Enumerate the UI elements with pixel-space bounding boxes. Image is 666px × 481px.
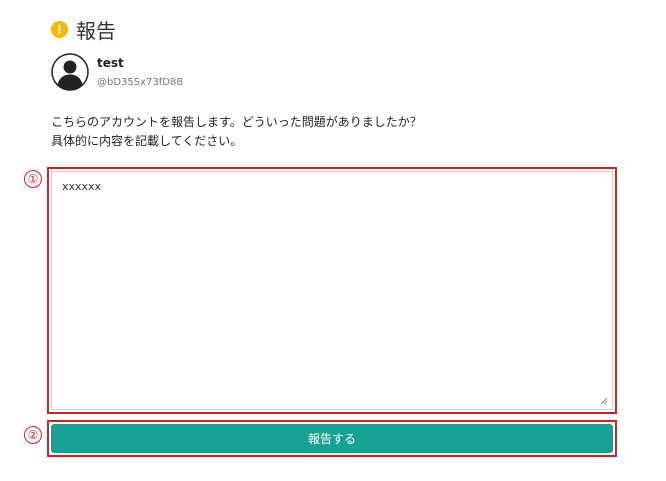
description-line-1: こちらのアカウントを報告します。どういった問題がありましたか？ <box>51 115 422 129</box>
user-avatar-icon <box>51 53 89 91</box>
description-line-2: 具体的に内容を記載してください。 <box>51 134 243 148</box>
warning-icon: ! <box>51 21 68 38</box>
report-description: こちらのアカウントを報告します。どういった問題がありましたか？ 具体的に内容を記… <box>51 113 422 151</box>
page-header: ! 報告 <box>51 15 116 44</box>
user-handle: @bD35Sx73fD8B <box>97 77 184 88</box>
user-name: test <box>97 56 124 70</box>
textarea-value: xxxxxx <box>62 180 102 193</box>
callout-marker-1: ① <box>24 170 42 188</box>
resize-handle-icon[interactable] <box>600 397 608 405</box>
report-textarea[interactable]: xxxxxx <box>51 171 613 410</box>
page-title: 報告 <box>76 19 116 43</box>
button-highlight-frame: 報告する <box>47 420 617 457</box>
user-info: test @bD35Sx73fD8B <box>51 53 183 91</box>
submit-report-button[interactable]: 報告する <box>51 424 613 453</box>
user-text: test @bD35Sx73fD8B <box>97 53 183 88</box>
textarea-highlight-frame: xxxxxx <box>47 167 617 414</box>
callout-marker-2: ② <box>24 426 42 444</box>
